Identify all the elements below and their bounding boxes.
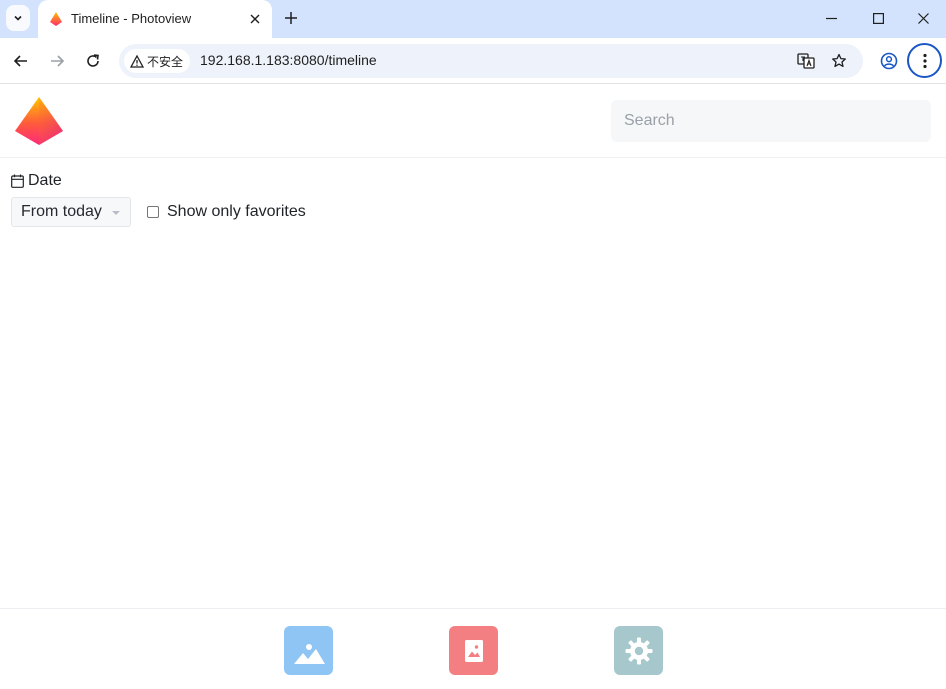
profile-button[interactable] [877, 49, 901, 73]
photoview-favicon-icon [50, 12, 62, 26]
browser-tab-active[interactable]: Timeline - Photoview [38, 0, 272, 38]
account-icon [880, 52, 898, 70]
albums-icon [464, 639, 483, 662]
close-icon [250, 14, 260, 24]
photos-icon [293, 643, 325, 664]
calendar-icon [11, 174, 24, 188]
reload-icon [87, 54, 99, 67]
caret-down-icon [112, 211, 120, 215]
nav-settings-button[interactable] [614, 626, 663, 675]
search-input[interactable] [611, 100, 931, 142]
favorites-label[interactable]: Show only favorites [167, 203, 306, 221]
forward-button[interactable] [45, 49, 69, 73]
favorites-filter[interactable]: Show only favorites [147, 203, 306, 221]
tab-title: Timeline - Photoview [71, 11, 192, 26]
arrow-right-icon [51, 55, 65, 67]
plus-icon [285, 12, 297, 24]
reload-button[interactable] [81, 49, 105, 73]
security-label: 不安全 [147, 54, 184, 69]
window-close-button[interactable] [900, 0, 946, 36]
favorites-checkbox[interactable] [147, 206, 159, 218]
browser-tab-bar: Timeline - Photoview [0, 0, 946, 38]
date-select-value: From today [21, 203, 102, 220]
warning-icon [130, 54, 144, 68]
star-icon [832, 53, 846, 68]
date-filter-label: Date [11, 172, 62, 190]
back-button[interactable] [9, 49, 33, 73]
tab-close-button[interactable] [246, 10, 264, 28]
more-vertical-icon [922, 53, 927, 68]
url-text[interactable]: 192.168.1.183:8080/timeline [200, 52, 377, 68]
app-header [0, 85, 946, 158]
bookmark-button[interactable] [828, 50, 850, 72]
nav-photos-button[interactable] [284, 626, 333, 675]
maximize-button[interactable] [855, 0, 901, 36]
new-tab-button[interactable] [280, 7, 302, 29]
close-icon [917, 12, 929, 24]
browser-toolbar: 不安全 192.168.1.183:8080/timeline [0, 38, 946, 84]
address-bar[interactable]: 不安全 192.168.1.183:8080/timeline [119, 44, 863, 78]
photoview-logo[interactable] [14, 96, 64, 146]
settings-icon [625, 637, 652, 664]
chevron-down-icon [14, 15, 22, 21]
translate-button[interactable] [795, 50, 817, 72]
security-chip[interactable]: 不安全 [124, 49, 190, 73]
tab-search-button[interactable] [6, 5, 30, 31]
bottom-navigation [0, 608, 946, 689]
maximize-icon [872, 12, 884, 24]
arrow-left-icon [13, 55, 27, 67]
browser-menu-button[interactable] [907, 43, 942, 78]
date-label-text: Date [28, 172, 62, 189]
minimize-icon [825, 17, 837, 19]
translate-icon [797, 53, 815, 69]
nav-albums-button[interactable] [449, 626, 498, 675]
date-select[interactable]: From today [11, 197, 131, 227]
minimize-button[interactable] [808, 0, 854, 36]
